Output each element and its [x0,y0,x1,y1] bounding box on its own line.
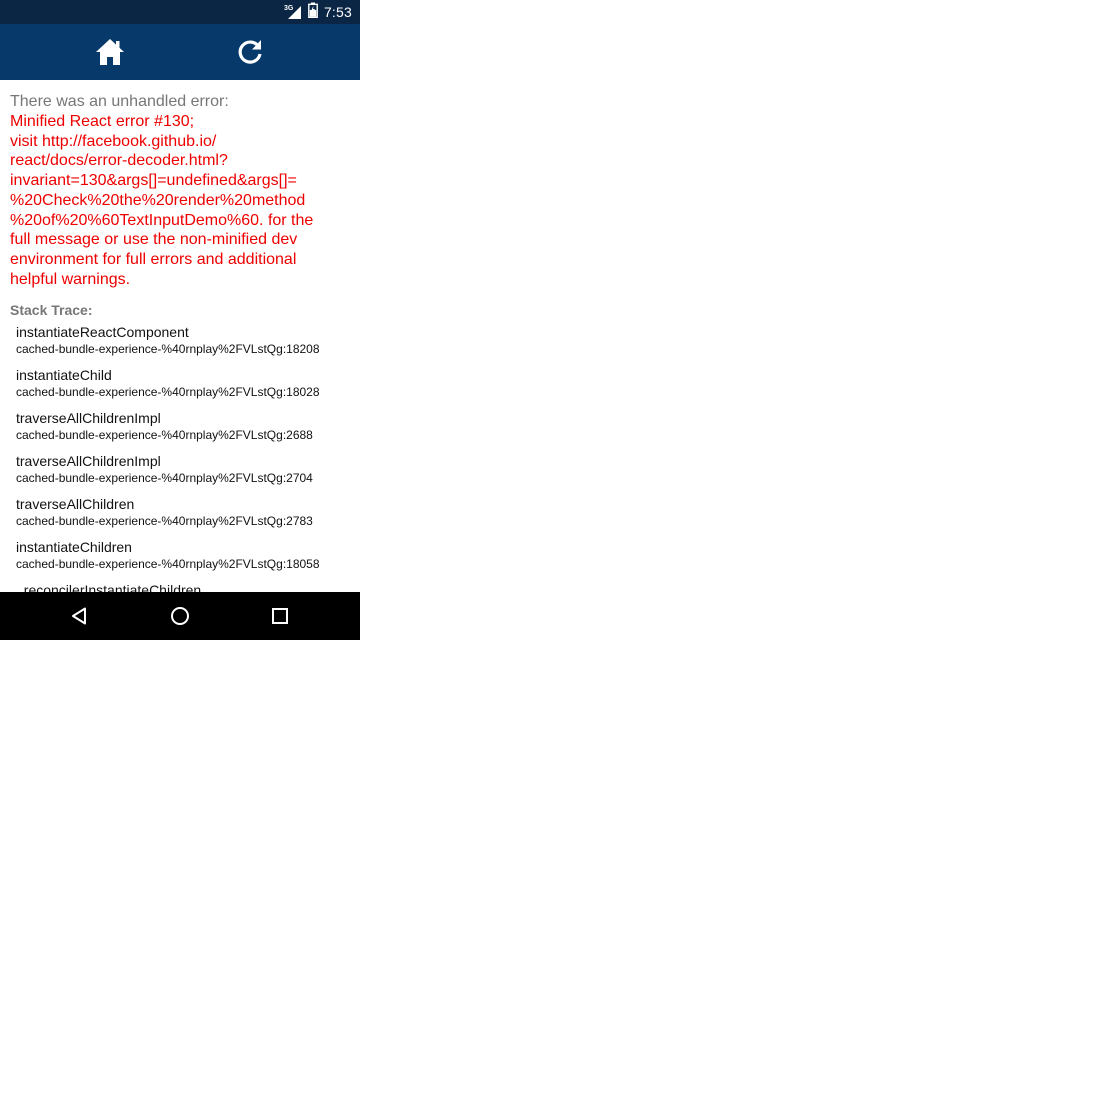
stack-frame[interactable]: instantiateChild cached-bundle-experienc… [16,366,350,401]
reload-button[interactable] [234,36,266,68]
recents-square-icon [272,608,288,624]
device-screen: 3G 7:53 There was an unhandled error: Mi… [0,0,360,640]
stack-frame-location: cached-bundle-experience-%40rnplay%2FVLs… [16,514,313,529]
stack-frame[interactable]: instantiateChildren cached-bundle-experi… [16,538,350,573]
home-circle-icon [171,607,189,625]
stack-frame[interactable]: traverseAllChildrenImpl cached-bundle-ex… [16,409,350,444]
home-icon [96,39,124,65]
stack-frame-location: cached-bundle-experience-%40rnplay%2FVLs… [16,385,320,400]
system-nav-bar [0,592,360,640]
back-triangle-icon [72,607,86,625]
stack-frame[interactable]: traverseAllChildrenImpl cached-bundle-ex… [16,452,350,487]
error-heading: There was an unhandled error: [10,93,229,110]
toolbar [0,24,360,80]
stack-frame-location: cached-bundle-experience-%40rnplay%2FVLs… [16,342,320,357]
stack-frame-location: cached-bundle-experience-%40rnplay%2FVLs… [16,557,320,572]
stack-frame-function: traverseAllChildren [16,496,135,513]
stack-trace-title: Stack Trace: [10,302,93,319]
home-button[interactable] [94,36,126,68]
stack-frame[interactable]: traverseAllChildren cached-bundle-experi… [16,495,350,530]
status-indicators: 3G 7:53 [284,0,352,24]
stack-frame-location: cached-bundle-experience-%40rnplay%2FVLs… [16,428,313,443]
error-screen: There was an unhandled error: Minified R… [10,92,350,607]
stack-frame-function: instantiateChildren [16,539,132,556]
error-message: Minified React error #130; visit http://… [10,113,314,288]
status-clock: 7:53 [323,4,352,20]
stack-frame-function: traverseAllChildrenImpl [16,453,161,470]
cell-signal-icon: 3G [284,4,302,20]
battery-icon [308,2,318,23]
stack-frame-function: instantiateReactComponent [16,324,189,341]
stack-trace-list[interactable]: instantiateReactComponent cached-bundle-… [10,323,350,599]
reload-icon [238,40,262,64]
stack-frame-function: instantiateChild [16,367,112,384]
status-bar: 3G 7:53 [0,0,360,24]
system-home-button[interactable] [166,602,194,630]
back-button[interactable] [66,602,94,630]
stack-frame[interactable]: instantiateReactComponent cached-bundle-… [16,323,350,358]
stack-frame-function: traverseAllChildrenImpl [16,410,161,427]
recents-button[interactable] [266,602,294,630]
stack-frame-location: cached-bundle-experience-%40rnplay%2FVLs… [16,471,313,486]
